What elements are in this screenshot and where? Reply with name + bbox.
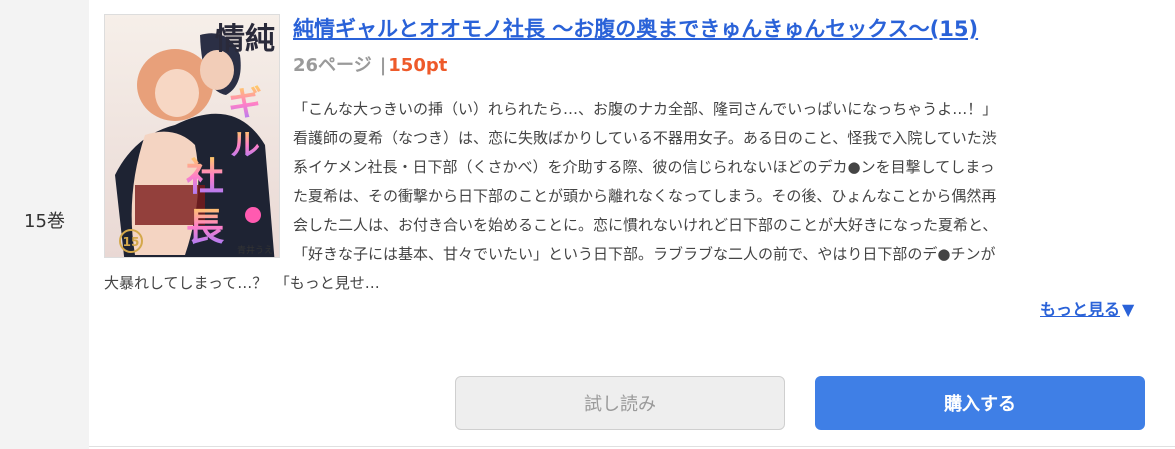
description-line: 会した二人は、お付き合いを始めることに。恋に慣れないけれど日下部のことが大好きに… xyxy=(293,216,998,234)
show-more-link[interactable]: もっと見る ▼ xyxy=(1040,296,1134,320)
description-line: 「こんな大っきいの挿（い）れられたら…、お腹のナカ全部、隆司さんでいっぱいになっ… xyxy=(293,100,998,118)
description-line: た夏希は、その衝撃から日下部のことが頭から離れなくなってしまう。その後、ひょんな… xyxy=(293,187,997,205)
description-line: 「好きな子には基本、甘々でいたい」という日下部。ラブラブな二人の前で、やはり日下… xyxy=(293,245,996,263)
description-line: 系イケメン社長・日下部（くさかべ）を介助する際、彼の信じられないほどのデカ●ンを… xyxy=(293,158,995,176)
volume-column: 15巻 xyxy=(0,0,89,449)
product-row: 15巻 純 情 ギ ル 社 長 15 青井うえ 純情ギャルとオオモノ社長 ～お腹… xyxy=(0,0,1175,449)
page-count: 26ページ xyxy=(293,55,372,76)
trial-read-button[interactable]: 試し読み xyxy=(455,376,785,430)
show-more-label: もっと見る xyxy=(1040,300,1121,319)
svg-text:情: 情 xyxy=(215,22,245,57)
price: 150pt xyxy=(388,55,448,76)
description-line: 看護師の夏希（なつき）は、恋に失敗ばかりしている不器用女子。ある日のこと、怪我で… xyxy=(293,129,997,147)
book-description: 「こんな大っきいの挿（い）れられたら…、お腹のナカ全部、隆司さんでいっぱいになっ… xyxy=(104,95,1159,298)
book-title-link[interactable]: 純情ギャルとオオモノ社長 ～お腹の奥まできゅんきゅんセックス～(15) xyxy=(293,13,978,43)
meta-separator: | xyxy=(379,55,387,76)
book-meta: 26ページ | 150pt xyxy=(293,51,447,77)
svg-text:純: 純 xyxy=(245,22,275,57)
row-divider xyxy=(89,446,1175,447)
description-line: 大暴れしてしまって…？ 「もっと見せ… xyxy=(104,274,380,292)
buy-button[interactable]: 購入する xyxy=(815,376,1145,430)
volume-label: 15巻 xyxy=(24,211,65,232)
triangle-down-icon: ▼ xyxy=(1122,300,1135,319)
